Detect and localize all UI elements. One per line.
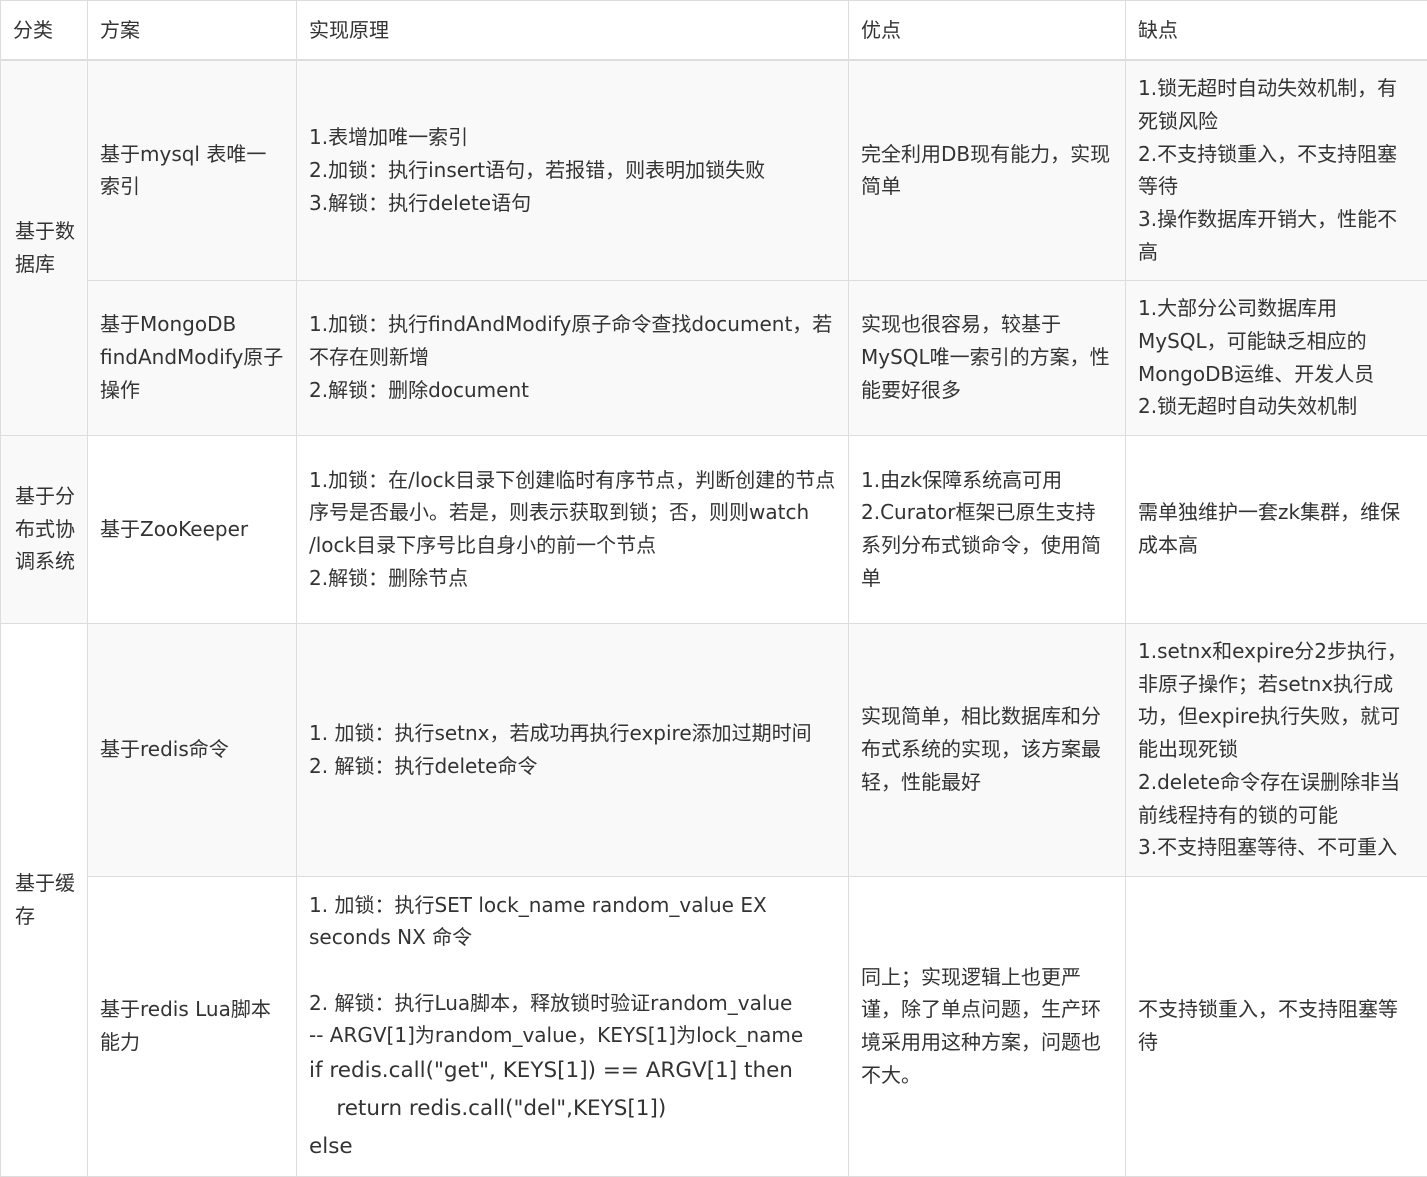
principle-line: 1. 加锁：执行SET lock_name random_value EX se… [309,892,767,950]
scheme-redis-command: 基于redis命令 [87,622,297,877]
header-pros: 优点 [848,0,1126,61]
header-principle: 实现原理 [296,0,849,61]
cons-line: 2.锁无超时自动失效机制 [1138,394,1358,419]
principle-line: 2.解锁：删除节点 [309,565,469,590]
table-row-redis-command: 基于缓存 基于redis命令 1. 加锁：执行setnx，若成功再执行expir… [0,622,1427,1177]
pros-mysql: 完全利用DB现有能力，实现简单 [848,59,1126,281]
principle-line: 1.表增加唯一索引 [309,125,469,150]
header-scheme: 方案 [87,0,297,61]
category-cache: 基于缓存 [0,622,88,1177]
cons-mongodb: 1.大部分公司数据库用MySQL，可能缺乏相应的MongoDB运维、开发人员 2… [1125,279,1427,436]
scheme-mongodb: 基于MongoDB findAndModify原子操作 [87,279,297,436]
principle-zookeeper: 1.加锁：在/lock目录下创建临时有序节点，判断创建的节点序号是否最小。若是，… [296,434,849,624]
principle-redis-command: 1. 加锁：执行setnx，若成功再执行expire添加过期时间 2. 解锁：执… [296,622,849,877]
principle-line: 2.加锁：执行insert语句，若报错，则表明加锁失败 [309,157,766,182]
principle-line: 3.解锁：执行delete语句 [309,190,532,215]
header-category: 分类 [0,0,88,61]
principle-line: 1. 加锁：执行setnx，若成功再执行expire添加过期时间 [309,720,812,745]
principle-line: -- ARGV[1]为random_value，KEYS[1]为lock_nam… [309,1023,804,1048]
cons-redis-lua: 不支持锁重入，不支持阻塞等待 [1125,875,1427,1177]
principle-line: 2. 解锁：执行delete命令 [309,753,538,778]
cons-line: 2.不支持锁重入，不支持阻塞等待 [1138,141,1398,199]
pros-mongodb: 实现也很容易，较基于MySQL唯一索引的方案，性能要好很多 [848,279,1126,436]
principle-line: 2. 解锁：执行Lua脚本，释放锁时验证random_value [309,990,793,1015]
table-row-redis-lua: 基于redis Lua脚本能力 1. 加锁：执行SET lock_name ra… [1,875,1427,1177]
principle-line: 2.解锁：删除document [309,377,529,402]
table-row-mysql: 基于数据库 基于mysql 表唯一索引 1.表增加唯一索引 2.加锁：执行ins… [0,59,1427,436]
category-database: 基于数据库 [0,59,88,436]
pros-line: 2.Curator框架已原生支持系列分布式锁命令，使用简单 [861,500,1101,590]
principle-redis-lua: 1. 加锁：执行SET lock_name random_value EX se… [296,875,849,1177]
scheme-zookeeper: 基于ZooKeeper [87,434,297,624]
principle-mysql: 1.表增加唯一索引 2.加锁：执行insert语句，若报错，则表明加锁失败 3.… [296,59,849,281]
cons-mysql: 1.锁无超时自动失效机制，有死锁风险 2.不支持锁重入，不支持阻塞等待 3.操作… [1125,59,1427,281]
pros-zookeeper: 1.由zk保障系统高可用 2.Curator框架已原生支持系列分布式锁命令，使用… [848,434,1126,624]
principle-line: 1.加锁：执行findAndModify原子命令查找document，若不存在则… [309,312,833,370]
cons-line: 3.操作数据库开销大，性能不高 [1138,206,1398,264]
table-row-mongodb: 基于MongoDB findAndModify原子操作 1.加锁：执行findA… [1,279,1427,436]
cons-zookeeper: 需单独维护一套zk集群，维保成本高 [1125,434,1427,624]
cons-line: 3.不支持阻塞等待、不可重入 [1138,835,1398,860]
comparison-table: 分类 方案 实现原理 优点 缺点 基于数据库 基于mysql 表唯一索引 1.表… [0,0,1427,1177]
principle-mongodb: 1.加锁：执行findAndModify原子命令查找document，若不存在则… [296,279,849,436]
code-line: else [309,1134,353,1159]
category-coordination: 基于分布式协调系统 [0,434,88,624]
pros-redis-lua: 同上；实现逻辑上也更严谨，除了单点问题，生产环境采用用这种方案，问题也不大。 [848,875,1126,1177]
table-row-zookeeper: 基于分布式协调系统 基于ZooKeeper 1.加锁：在/lock目录下创建临时… [0,434,1427,624]
cons-line: 2.delete命令存在误删除非当前线程持有的锁的可能 [1138,769,1401,827]
code-line: return redis.call("del",KEYS[1]) [309,1096,667,1121]
pros-line: 1.由zk保障系统高可用 [861,467,1063,492]
cons-redis-command: 1.setnx和expire分2步执行，非原子操作；若setnx执行成功，但ex… [1125,622,1427,877]
cons-line: 1.锁无超时自动失效机制，有死锁风险 [1138,76,1398,133]
cons-line: 1.大部分公司数据库用MySQL，可能缺乏相应的MongoDB运维、开发人员 [1138,296,1375,386]
code-line: if redis.call("get", KEYS[1]) == ARGV[1]… [309,1058,793,1083]
header-row: 分类 方案 实现原理 优点 缺点 [0,0,1427,61]
cons-line: 1.setnx和expire分2步执行，非原子操作；若setnx执行成功，但ex… [1138,639,1408,762]
scheme-mysql: 基于mysql 表唯一索引 [87,59,297,281]
header-cons: 缺点 [1125,0,1427,61]
pros-redis-command: 实现简单，相比数据库和分布式系统的实现，该方案最轻，性能最好 [848,622,1126,877]
scheme-redis-lua: 基于redis Lua脚本能力 [87,875,297,1177]
principle-line: 1.加锁：在/lock目录下创建临时有序节点，判断创建的节点序号是否最小。若是，… [309,467,836,557]
